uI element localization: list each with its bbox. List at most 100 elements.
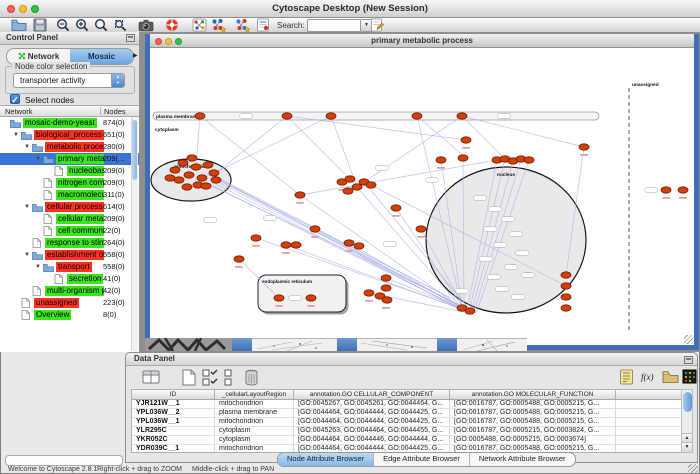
table-scrollbar[interactable]: ▲ ▼ [681,389,693,453]
edit-attributes-icon[interactable] [370,18,386,32]
column-header[interactable]: ID [132,390,215,399]
formula-builder-icon[interactable]: f(x) [641,369,659,386]
network-edge[interactable] [216,116,287,173]
float-data-panel-icon[interactable] [684,356,693,364]
tree-row[interactable]: nitrogen compo209(0) [0,177,139,189]
network-edge[interactable] [357,116,462,187]
zoom-fit-icon[interactable] [94,18,110,32]
create-view-icon[interactable] [235,18,251,32]
tree-row[interactable]: cell communicat22(0) [0,225,139,237]
gene-node[interactable] [461,137,471,143]
gene-node[interactable] [524,157,534,163]
tree-scrollbar[interactable] [131,117,138,351]
gene-node[interactable] [465,308,475,314]
table-scrollbar-thumb[interactable] [683,392,692,412]
gene-node[interactable] [182,184,192,190]
table-row[interactable]: YKR052Ccytoplasm[GO:0044464, GO:0044446,… [132,436,682,445]
table-row[interactable]: YPL036W__1mitochondrion[GO:0044464, GO:0… [132,418,682,427]
gene-node[interactable] [191,164,201,170]
table-row[interactable]: YJR121W__1mitochondrion[GO:0045267, GO:0… [132,400,682,409]
unselect-attribute-columns-icon[interactable] [223,369,241,386]
network-window-titlebar[interactable]: primary metabolic process [150,34,694,48]
gene-node[interactable] [174,177,184,183]
gene-node[interactable] [561,294,571,300]
gene-node[interactable] [458,155,468,161]
gene-node[interactable] [561,283,571,289]
disclosure-triangle-icon[interactable]: ▼ [24,249,30,261]
network-window[interactable]: primary metabolic process plasma membran… [145,34,699,350]
table-row[interactable]: YLR295Ccytoplasm[GO:0045263, GO:0044464,… [132,427,682,436]
snapshot-camera-icon[interactable] [138,18,154,32]
background-window-titlebar[interactable] [337,338,357,351]
network-edge[interactable] [462,116,584,147]
gene-node[interactable] [382,297,392,303]
gene-node[interactable] [326,113,336,119]
overview-window-edge[interactable] [145,338,232,351]
gene-node[interactable] [579,144,589,150]
gene-node[interactable] [354,243,364,249]
gene-node[interactable] [306,295,316,301]
network-canvas[interactable]: plasma membranecytoplasmmitochondrionnuc… [150,48,694,345]
disclosure-triangle-icon[interactable]: ▼ [35,153,41,165]
dropdown-stepper-icon[interactable]: ▲▼ [111,74,124,87]
app-resize-grip[interactable] [688,464,698,474]
column-header[interactable] [616,390,682,399]
attribute-list-icon[interactable] [619,369,637,386]
open-file-icon[interactable] [11,18,27,32]
tree-row[interactable]: cellular metabo209(0) [0,213,139,225]
gene-node[interactable] [209,170,219,176]
float-panel-icon[interactable] [126,34,135,42]
disclosure-triangle-icon[interactable]: ▼ [35,261,41,273]
gene-node[interactable] [295,192,305,198]
column-header[interactable]: annotation.GO CELLULAR_COMPONENT [294,390,450,399]
gene-node[interactable] [197,175,207,181]
netwin-resize-grip[interactable] [684,335,693,344]
gene-node[interactable] [344,240,354,246]
search-input[interactable]: ▼ [307,19,361,32]
disclosure-triangle-icon[interactable]: ▼ [13,129,19,141]
tree-row[interactable]: nucleobase-209(0) [0,165,139,177]
import-attributes-folder-icon[interactable] [662,369,680,386]
gene-node[interactable] [203,162,213,168]
gene-node[interactable] [310,226,320,232]
gene-node[interactable] [457,113,467,119]
gene-node[interactable] [211,177,221,183]
gene-node[interactable] [381,285,391,291]
background-network-thumbnail[interactable] [457,338,527,351]
gene-node[interactable] [291,242,301,248]
gene-node[interactable] [178,160,188,166]
network-edge[interactable] [214,116,331,173]
gene-node[interactable] [364,290,374,296]
gene-node[interactable] [201,183,211,189]
gene-node[interactable] [352,184,362,190]
gene-node[interactable] [561,305,571,311]
network-overview-icon[interactable] [192,18,208,32]
zoom-selected-icon[interactable] [113,18,129,32]
gene-node[interactable] [251,235,261,241]
network-graph[interactable]: plasma membranecytoplasmmitochondrionnuc… [150,48,694,345]
tab-overflow-arrow[interactable]: ▶ [133,52,138,59]
background-network-thumbnail[interactable] [357,338,437,351]
new-attribute-icon[interactable] [181,369,199,386]
gene-node[interactable] [187,155,197,161]
tree-row[interactable]: ▼biological_process651(0) [0,129,139,141]
tree-row[interactable]: response to stimulu264(0) [0,237,139,249]
disclosure-triangle-icon[interactable]: ▼ [24,141,30,153]
select-attributes-icon[interactable] [142,369,160,386]
background-network-thumbnail[interactable] [252,338,337,351]
node-color-dropdown[interactable]: transporter activity ▲▼ [13,73,125,88]
tree-row[interactable]: ▼establishment of lo558(0) [0,249,139,261]
tree-row[interactable]: multi-organism pro42(0) [0,285,139,297]
zoom-in-icon[interactable] [75,18,91,32]
gene-node[interactable] [170,167,180,173]
tree-row[interactable]: ▼transport558(0) [0,261,139,273]
tree-row[interactable]: secretion41(0) [0,273,139,285]
gene-node[interactable] [234,256,244,262]
select-nodes-checkbox[interactable]: ✓ [10,94,20,104]
attribute-matrix-icon[interactable] [682,369,700,386]
gene-node[interactable] [282,113,292,119]
tree-row[interactable]: ▼primary metabo209(... [0,153,139,165]
column-header[interactable]: _cellularLayoutRegion [215,390,294,399]
delete-attribute-icon[interactable] [244,369,262,386]
tree-row[interactable]: ▼metabolic process280(0) [0,141,139,153]
